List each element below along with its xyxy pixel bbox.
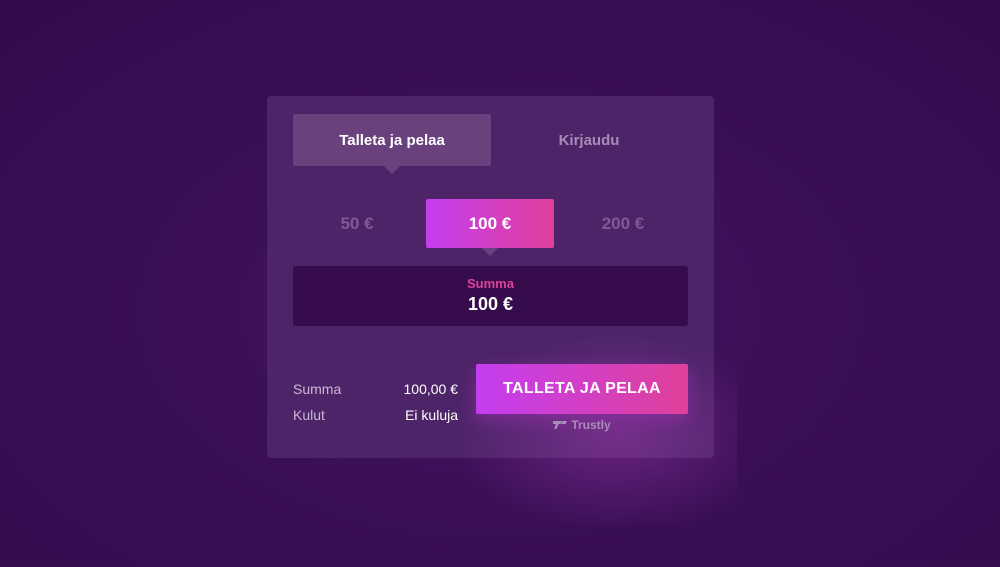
- deposit-and-play-button[interactable]: TALLETA JA PELAA: [476, 364, 688, 414]
- summary-fees-value: Ei kuluja: [405, 407, 458, 423]
- tab-deposit-and-play[interactable]: Talleta ja pelaa: [293, 114, 491, 166]
- summary-row-amount: Summa 100,00 €: [293, 381, 458, 397]
- summary-row-fees: Kulut Ei kuluja: [293, 407, 458, 423]
- amount-option-200[interactable]: 200 €: [559, 199, 687, 248]
- trustly-badge: Trustly: [476, 418, 688, 432]
- summary-amount-label: Summa: [293, 381, 342, 397]
- trustly-label: Trustly: [571, 418, 611, 432]
- trustly-logo-icon: [553, 420, 568, 430]
- summary-amount-value: 100,00 €: [403, 381, 459, 397]
- amount-option-100[interactable]: 100 €: [426, 199, 554, 248]
- amount-option-50[interactable]: 50 €: [293, 199, 421, 248]
- sum-input[interactable]: Summa 100 €: [293, 266, 688, 326]
- tab-login[interactable]: Kirjaudu: [490, 114, 688, 166]
- sum-input-label: Summa: [467, 276, 514, 291]
- deposit-card: Talleta ja pelaa Kirjaudu 50 € 100 € 200…: [267, 96, 737, 524]
- summary-fees-label: Kulut: [293, 407, 325, 423]
- sum-input-value: 100 €: [467, 294, 514, 314]
